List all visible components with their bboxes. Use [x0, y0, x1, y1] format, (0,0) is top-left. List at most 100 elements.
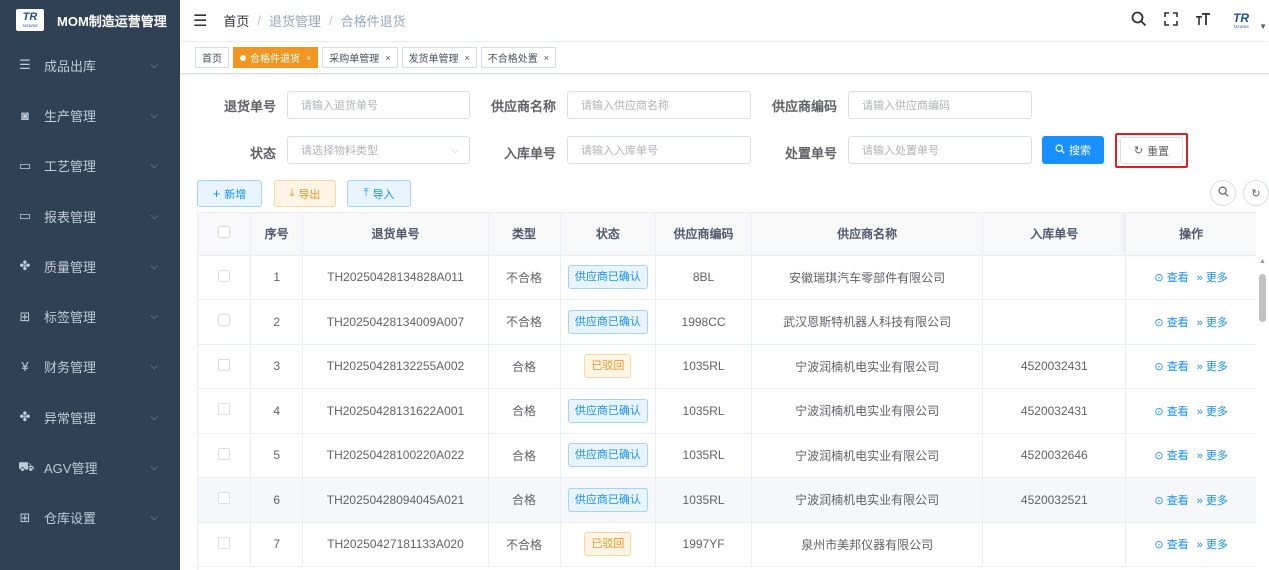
return-no-input[interactable]: 请输入退货单号	[287, 91, 470, 119]
cell-no: 1	[250, 255, 304, 300]
table-row[interactable]: 5 TH20250428100220A022 合格 供应商已确认 1035RL 宁波润楠机…	[198, 433, 1256, 478]
table-row[interactable]: 6 TH20250428094045A021 合格 供应商已确认 1035RL 宁波润楠机…	[198, 477, 1256, 523]
font-size-icon[interactable]	[1195, 11, 1211, 32]
table-row[interactable]: 3 TH20250428132255A002 合格 已驳回 1035RL 宁波润楠机电实业…	[198, 344, 1256, 389]
row-checkbox[interactable]	[217, 358, 230, 371]
more-link[interactable]: » 更多	[1197, 450, 1228, 462]
sidebar-item[interactable]: ◙ 生产管理 ⌵	[0, 90, 180, 140]
sidebar-item[interactable]: ⊞ 标签管理 ⌵	[0, 291, 180, 341]
close-icon[interactable]: ×	[465, 53, 470, 63]
table-body: 1 TH20250428134828A011 不合格 供应商已确认 8BL 安徽瑞琪汽车零…	[198, 255, 1256, 567]
import-button[interactable]: ⤒ 导入	[347, 180, 411, 207]
close-icon[interactable]: ×	[385, 53, 390, 63]
view-link[interactable]: ⊙ 查看	[1154, 495, 1188, 507]
status-badge: 已驳回	[584, 532, 632, 557]
inbound-no-input[interactable]: 请输入入库单号	[567, 136, 751, 164]
hamburger-icon[interactable]: ☰	[193, 11, 207, 31]
row-checkbox[interactable]	[217, 536, 230, 549]
tab-4[interactable]: 不合格处置 ×	[480, 47, 557, 68]
search-icon[interactable]	[1131, 11, 1147, 32]
refresh-icon: ↻	[1251, 187, 1261, 200]
sidebar-item[interactable]: ✤ 异常管理 ⌵	[0, 392, 180, 442]
cell-type: 不合格	[488, 255, 561, 300]
tab-2[interactable]: 采购单管理 ×	[322, 47, 398, 68]
more-link[interactable]: » 更多	[1197, 495, 1228, 507]
sidebar-item[interactable]: ▭ 工艺管理 ⌵	[0, 141, 180, 191]
row-select-cell[interactable]	[198, 477, 251, 523]
reset-button[interactable]: ↻ 重置	[1120, 137, 1183, 164]
sidebar-item-label: AGV管理	[44, 461, 98, 477]
table-row[interactable]: 2 TH20250428134009A007 不合格 供应商已确认 1998CC 武汉恩斯…	[198, 299, 1256, 345]
row-select-cell[interactable]	[198, 299, 251, 345]
import-button-label: 导入	[372, 188, 395, 201]
user-avatar[interactable]: TR TATARIE	[1227, 12, 1255, 30]
row-checkbox[interactable]	[217, 403, 230, 416]
table-row[interactable]: 4 TH20250428131622A001 合格 供应商已确认 1035RL 宁波润楠机…	[198, 388, 1256, 434]
sidebar-item[interactable]: ⊞ 仓库设置 ⌵	[0, 493, 180, 543]
column-header-no: 序号	[250, 213, 304, 256]
export-button[interactable]: ⤓ 导出	[274, 180, 336, 207]
column-header-actions: 操作	[1125, 213, 1256, 256]
row-select-cell[interactable]	[198, 344, 251, 389]
view-link[interactable]: ⊙ 查看	[1154, 272, 1188, 284]
view-link[interactable]: ⊙ 查看	[1154, 406, 1188, 418]
more-link[interactable]: » 更多	[1197, 539, 1228, 551]
refresh-table-button[interactable]: ↻	[1243, 180, 1269, 206]
cell-type: 合格	[488, 477, 561, 523]
fullscreen-icon[interactable]	[1163, 11, 1179, 32]
scrollbar-thumb[interactable]	[1259, 274, 1266, 322]
tab-0[interactable]: 首页	[195, 47, 229, 68]
row-checkbox[interactable]	[217, 492, 230, 505]
status-select[interactable]: 请选择物料类型 ⌵	[287, 136, 470, 164]
scroll-up-icon[interactable]: ▲	[1259, 258, 1266, 265]
double-chevron-icon: »	[1196, 316, 1206, 329]
more-link[interactable]: » 更多	[1197, 317, 1228, 329]
sidebar-item[interactable]: ☰ 成品出库 ⌵	[0, 40, 180, 90]
add-button[interactable]: + 新增	[197, 180, 262, 207]
search-button[interactable]: 搜索	[1042, 136, 1104, 164]
supplier-code-input[interactable]: 请输入供应商编码	[848, 91, 1032, 119]
tab-3[interactable]: 发货单管理 ×	[401, 47, 477, 68]
sidebar-item[interactable]: ✤ 质量管理 ⌵	[0, 241, 180, 291]
row-checkbox[interactable]	[217, 269, 230, 282]
view-link-label: 查看	[1166, 539, 1189, 552]
double-chevron-icon: »	[1196, 361, 1206, 374]
row-select-cell[interactable]	[198, 255, 251, 300]
chevron-down-icon[interactable]: ▼	[1259, 22, 1267, 31]
sidebar-item[interactable]: ▭ 报表管理 ⌵	[0, 191, 180, 241]
status-badge: 供应商已确认	[567, 309, 648, 334]
view-link[interactable]: ⊙ 查看	[1154, 539, 1188, 551]
status-badge: 供应商已确认	[567, 487, 648, 512]
row-select-cell[interactable]	[198, 433, 251, 478]
sidebar-item[interactable]: ⛟ AGV管理 ⌵	[0, 442, 180, 492]
row-select-cell[interactable]	[198, 388, 251, 434]
column-header-inbound-no: 入库单号	[982, 213, 1127, 256]
disposal-no-input[interactable]: 请输入处置单号	[848, 136, 1032, 164]
tab-1[interactable]: 合格件退货 ×	[233, 47, 319, 68]
table-scrollbar[interactable]: ▲	[1256, 254, 1269, 570]
more-link[interactable]: » 更多	[1197, 272, 1228, 284]
select-all-checkbox[interactable]	[217, 226, 230, 239]
row-select-cell[interactable]	[198, 522, 251, 567]
view-link[interactable]: ⊙ 查看	[1154, 361, 1188, 373]
view-link[interactable]: ⊙ 查看	[1154, 317, 1188, 329]
return-no-placeholder: 请输入退货单号	[301, 100, 378, 112]
close-icon[interactable]: ×	[306, 53, 311, 63]
table-row[interactable]: 7 TH20250427181133A020 不合格 已驳回 1997YF 泉州市美邦仪器…	[198, 522, 1256, 567]
close-icon[interactable]: ×	[544, 53, 549, 63]
more-link[interactable]: » 更多	[1197, 361, 1228, 373]
row-checkbox[interactable]	[217, 314, 230, 327]
plus-icon: +	[212, 186, 221, 201]
table-row[interactable]: 1 TH20250428134828A011 不合格 供应商已确认 8BL 安徽瑞琪汽车零…	[198, 255, 1256, 300]
select-all-header[interactable]	[198, 213, 251, 256]
more-link[interactable]: » 更多	[1197, 406, 1228, 418]
row-checkbox[interactable]	[217, 447, 230, 460]
sidebar-item[interactable]: ¥ 财务管理 ⌵	[0, 342, 180, 392]
supplier-name-input[interactable]: 请输入供应商名称	[567, 91, 751, 119]
cell-inbound-no: 4520032431	[982, 388, 1127, 434]
breadcrumb-home[interactable]: 首页	[223, 11, 249, 30]
more-link-label: 更多	[1205, 539, 1228, 552]
toggle-search-button[interactable]	[1210, 180, 1236, 206]
view-link[interactable]: ⊙ 查看	[1154, 450, 1188, 462]
cert-icon: ✤	[19, 258, 31, 274]
